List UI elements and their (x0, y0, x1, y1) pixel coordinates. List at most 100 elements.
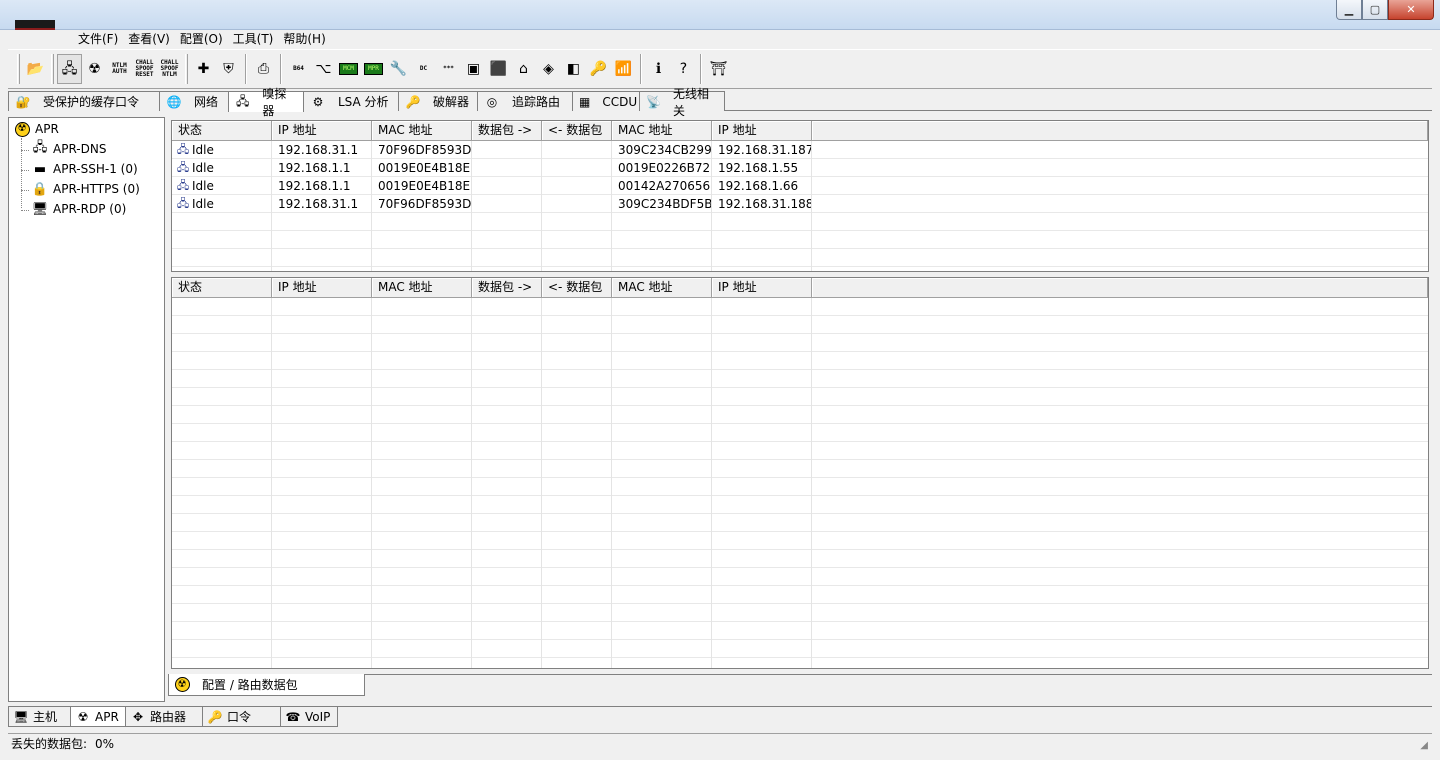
shield-button[interactable]: ⛨ (216, 54, 241, 84)
menu-help[interactable]: 帮助(H) (278, 30, 330, 48)
chall-spoof-reset-icon: CHALL SPOOF RESET (135, 59, 154, 78)
menu-file[interactable]: 文件(F) (73, 30, 123, 48)
tab-traceroute[interactable]: ◎ 追踪路由 (477, 91, 573, 111)
tree-apr-dns[interactable]: 🖧 APR-DNS (31, 140, 107, 157)
password-mask-button[interactable]: *** (436, 54, 461, 84)
cracker-icon: 🔑 (405, 94, 421, 109)
column-header[interactable]: 数据包 -> (472, 121, 542, 141)
tab-label: 口令 (227, 710, 252, 724)
table-row[interactable]: 🖧 Idle 192.168.1.1 0019E0E4B18E 00142A270656… (172, 177, 1428, 195)
tree-apr-ssh[interactable]: ▬ APR-SSH-1 (0) (31, 161, 138, 177)
column-header[interactable]: IP 地址 (272, 278, 372, 298)
resize-grip-icon[interactable]: ◢ (1420, 740, 1428, 751)
chall-spoof-reset-button[interactable]: CHALL SPOOF RESET (132, 54, 157, 84)
chall-spoof-ntlm-button[interactable]: CHALL SPOOF NTLM (157, 54, 182, 84)
export-button[interactable]: ⎙ (251, 54, 276, 84)
btab-apr[interactable]: ☢ APR (70, 707, 126, 727)
base64-button[interactable]: B64 (286, 54, 311, 84)
database-icon: ◧ (566, 61, 581, 77)
column-header[interactable]: MAC 地址 (612, 278, 712, 298)
column-header[interactable]: IP 地址 (712, 278, 812, 298)
btab-routers[interactable]: ✥ 路由器 (125, 707, 203, 727)
table-cell: 🖧 Idle (172, 177, 272, 195)
column-header[interactable]: 数据包 -> (472, 278, 542, 298)
table-row[interactable]: 🖧 Idle 192.168.31.1 70F96DF8593D 309C234CB29… (172, 141, 1428, 159)
stop-button[interactable]: ⬛ (486, 54, 511, 84)
apr-https-icon: 🔒 (31, 181, 49, 197)
hash-calc-button[interactable]: MCM (336, 54, 361, 84)
apr-button[interactable]: ☢ (82, 54, 107, 84)
table-cell: 0019E0226B72 (618, 161, 711, 175)
close-button[interactable]: ✕ (1388, 0, 1434, 20)
tab-ccdu[interactable]: ▦ CCDU (572, 91, 640, 111)
status-text: Idle (192, 197, 214, 211)
database-button[interactable]: ◧ (561, 54, 586, 84)
stop-icon: ⬛ (489, 61, 508, 77)
btab-passwords[interactable]: 🔑 口令 (202, 707, 281, 727)
tab-lsa[interactable]: ⚙ LSA 分析 (303, 91, 399, 111)
apr-routing-list[interactable]: 状态 IP 地址 MAC 地址 数据包 -> <- 数据包 MAC 地址 IP 地址 (171, 277, 1429, 669)
ntlm-auth-button[interactable]: NTLM AUTH (107, 54, 132, 84)
status-text: Idle (192, 179, 214, 193)
subtab-config-routing[interactable]: ☢ 配置 / 路由数据包 (168, 674, 365, 696)
info-button[interactable]: ℹ (646, 54, 671, 84)
decoder-button[interactable]: ⌥ (311, 54, 336, 84)
tab-cracker[interactable]: 🔑 破解器 (398, 91, 478, 111)
tab-label: APR (95, 709, 119, 724)
grid-line (271, 298, 272, 668)
column-header[interactable]: IP 地址 (712, 121, 812, 141)
column-header[interactable]: MAC 地址 (612, 121, 712, 141)
column-header[interactable]: MAC 地址 (372, 121, 472, 141)
password-mask-icon: *** (443, 65, 454, 72)
apr-icon: ☢ (77, 709, 89, 724)
ntlm-auth-icon: NTLM AUTH (112, 62, 127, 75)
menu-tools[interactable]: 工具(T) (228, 30, 279, 48)
maximize-button[interactable]: ▢ (1362, 0, 1388, 20)
wrench-button[interactable]: 🔧 (386, 54, 411, 84)
menu-view[interactable]: 查看(V) (123, 30, 175, 48)
tab-network[interactable]: 🌐 网络 (159, 91, 229, 111)
btab-voip[interactable]: ☎ VoIP (280, 707, 338, 727)
tree-root-apr[interactable]: ☢ APR (13, 121, 59, 137)
table-row[interactable]: 🖧 Idle 192.168.1.1 0019E0E4B18E 0019E0226B72… (172, 159, 1428, 177)
wireless-icon: 📡 (646, 94, 661, 109)
sniffer-button[interactable]: 🖧 (57, 54, 82, 84)
house-button[interactable]: ⌂ (511, 54, 536, 84)
tab-wireless[interactable]: 📡 无线相关 (639, 87, 725, 118)
apr-dns-icon: 🖧 (32, 140, 48, 155)
column-header[interactable]: 状态 (172, 121, 272, 141)
spoof-button[interactable]: ◈ (536, 54, 561, 84)
column-header[interactable]: MAC 地址 (372, 278, 472, 298)
table-cell: 🖧 Idle (172, 141, 272, 159)
toolbar-separator (280, 54, 282, 84)
tab-sniffer[interactable]: 🖧 嗅探器 (228, 87, 304, 118)
column-header[interactable]: <- 数据包 (542, 278, 612, 298)
table-row[interactable]: 🖧 Idle 192.168.31.1 70F96DF8593D 309C234BDF5… (172, 195, 1428, 213)
help-button[interactable]: ? (671, 54, 696, 84)
spoof-icon: ◈ (543, 61, 554, 77)
add-button[interactable]: ✚ (191, 54, 216, 84)
grid-line (611, 298, 612, 668)
apr-panel: 状态 IP 地址 MAC 地址 数据包 -> <- 数据包 MAC 地址 IP 地址 🖧 Id… (168, 117, 1432, 674)
column-header[interactable]: <- 数据包 (542, 121, 612, 141)
apr-hosts-list[interactable]: 状态 IP 地址 MAC 地址 数据包 -> <- 数据包 MAC 地址 IP 地址 🖧 Id… (171, 120, 1429, 272)
tree-apr-https[interactable]: 🔒 APR-HTTPS (0) (31, 181, 140, 197)
key-button[interactable]: 🔑 (586, 54, 611, 84)
minimize-button[interactable]: ▁ (1336, 0, 1362, 20)
column-header[interactable]: 状态 (172, 278, 272, 298)
exit-button[interactable]: ⛩ (706, 54, 731, 84)
exit-icon: ⛩ (709, 61, 728, 77)
column-header[interactable]: IP 地址 (272, 121, 372, 141)
wireless-button[interactable]: 📶 (611, 54, 636, 84)
voip-icon: ☎ (285, 709, 301, 724)
wireless-icon: 📶 (614, 61, 633, 77)
terminal-button[interactable]: ▣ (461, 54, 486, 84)
dc-button[interactable]: DC (411, 54, 436, 84)
menu-config[interactable]: 配置(O) (175, 30, 228, 48)
btab-hosts[interactable]: 🖥 主机 (8, 707, 71, 727)
open-button[interactable]: 📂 (23, 54, 48, 84)
tree-root-label: APR (35, 122, 59, 136)
tree-apr-rdp[interactable]: 🖥 APR-RDP (0) (31, 201, 127, 217)
mpr-button[interactable]: MPR (361, 54, 386, 84)
tab-protected-storage[interactable]: 🔐 受保护的缓存口令 (8, 91, 160, 111)
